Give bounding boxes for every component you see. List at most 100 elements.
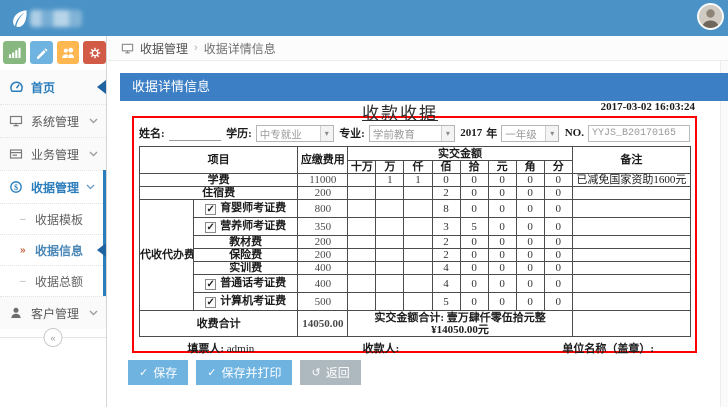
active-notch (97, 243, 106, 257)
digit-cell: 0 (460, 174, 488, 187)
digit-cell: 0 (544, 200, 572, 218)
digit-cell (404, 218, 432, 236)
bar-chart-icon[interactable] (3, 41, 26, 64)
receipt-timestamp: 2017-03-02 16:03:24 (601, 101, 695, 113)
year-suffix: 年 (486, 125, 497, 141)
fee-item-checkbox[interactable]: ✓ (205, 204, 216, 215)
save-button-label: 保存 (153, 364, 177, 381)
sidebar-item-label: 收据总额 (35, 273, 83, 290)
avatar[interactable] (697, 3, 724, 30)
fee-row: 学费110001100000已减免国家资助1600元 (140, 174, 691, 187)
receipt-footer: 填票人: admin 收款人: 单位名称（盖章）: (139, 340, 690, 356)
digit-cell: 2 (432, 187, 460, 200)
grade-value: 一年级 (502, 126, 545, 141)
receipt-no-input[interactable]: YYJS_B20170165 (588, 125, 690, 142)
digit-cell (376, 200, 404, 218)
education-label: 学历: (226, 125, 252, 141)
digit-cell (404, 262, 432, 275)
pencil-icon[interactable] (30, 41, 53, 64)
digit-cell: 0 (488, 249, 516, 262)
fee-amount: 500 (298, 293, 348, 311)
col-header-item: 项目 (140, 147, 298, 174)
save-and-print-button[interactable]: ✓ 保存并打印 (196, 360, 292, 385)
education-select[interactable]: 中专就业 ▾ (256, 125, 334, 142)
digit-cell: 0 (488, 262, 516, 275)
fee-item-name: 实训费 (194, 262, 298, 275)
fee-remark (572, 293, 690, 311)
fee-table: 项目 应缴费用 实交金额 备注 十万 万 仟 佰 拾 元 角 分 学费11000… (139, 146, 691, 337)
sidebar-group-receipt: $ 收据管理 – 收据模板 » 收据信息 – 收据总额 (0, 170, 106, 296)
digit-header: 分 (544, 161, 572, 174)
digit-cell: 4 (432, 275, 460, 293)
digit-cell: 0 (432, 174, 460, 187)
digit-cell: 0 (488, 275, 516, 293)
digit-cell (348, 236, 376, 249)
digit-cell (376, 236, 404, 249)
sidebar-collapse-row: « (0, 337, 106, 359)
fee-row: 住宿费20020000 (140, 187, 691, 200)
save-and-print-label: 保存并打印 (221, 364, 281, 381)
digit-cell (376, 218, 404, 236)
submenu-marker: » (20, 245, 30, 256)
fee-amount: 800 (298, 200, 348, 218)
digit-cell: 1 (376, 174, 404, 187)
breadcrumb-receipt-mgmt[interactable]: 收据管理 (140, 40, 188, 57)
sidebar-item-system[interactable]: 系统管理 (0, 104, 106, 137)
sidebar-item-home[interactable]: 首页 (0, 70, 106, 104)
users-icon[interactable] (57, 41, 80, 64)
digit-cell: 0 (516, 293, 544, 311)
name-label: 姓名: (139, 125, 165, 141)
digit-cell: 0 (516, 249, 544, 262)
sidebar-item-label: 客户管理 (31, 305, 79, 322)
gears-icon[interactable] (83, 41, 106, 64)
total-caps: 实交金额合计: 壹万肆仟零伍拾元整 ¥14050.00元 (348, 311, 572, 337)
sidebar-item-receipt-mgmt[interactable]: $ 收据管理 (0, 170, 103, 203)
digit-cell: 0 (488, 236, 516, 249)
fee-item-checkbox[interactable]: ✓ (205, 279, 216, 290)
fee-remark (572, 262, 690, 275)
filler-label: 填票人: (187, 343, 224, 355)
fee-remark (572, 249, 690, 262)
digit-cell: 2 (432, 236, 460, 249)
fee-item-checkbox[interactable]: ✓ (205, 222, 216, 233)
digit-cell: 1 (404, 174, 432, 187)
back-button[interactable]: ↺ 返回 (300, 360, 360, 385)
app-brand-blurred (30, 10, 82, 27)
gauge-icon (8, 80, 24, 94)
education-value: 中专就业 (257, 126, 320, 141)
digit-cell: 0 (544, 174, 572, 187)
digit-cell: 0 (516, 262, 544, 275)
digit-cell: 0 (544, 236, 572, 249)
sidebar-item-customer[interactable]: 客户管理 (0, 296, 106, 329)
receipt-form-row: 姓名: 学历: 中专就业 ▾ 专业: 学前教育 ▾ 2017 年 (139, 121, 690, 145)
fee-remark (572, 236, 690, 249)
grade-select[interactable]: 一年级 ▾ (501, 125, 559, 142)
digit-cell: 0 (516, 187, 544, 200)
sidebar-item-receipt-info[interactable]: » 收据信息 (0, 234, 103, 265)
breadcrumb: 收据管理 › 收据详情信息 (108, 36, 728, 61)
digit-cell (404, 249, 432, 262)
sidebar-item-business[interactable]: 业务管理 (0, 137, 106, 170)
action-bar: ✓ 保存 ✓ 保存并打印 ↺ 返回 (128, 360, 361, 385)
col-header-actual: 实交金额 (348, 147, 572, 161)
digit-cell (348, 275, 376, 293)
sidebar-item-receipt-template[interactable]: – 收据模板 (0, 203, 103, 234)
save-button[interactable]: ✓ 保存 (128, 360, 188, 385)
sidebar-collapse-button[interactable]: « (44, 328, 63, 347)
digit-cell: 0 (460, 236, 488, 249)
submenu-marker: – (20, 214, 30, 225)
unit-label: 单位名称（盖章）: (526, 340, 690, 356)
digit-header: 拾 (460, 161, 488, 174)
fee-item-checkbox[interactable]: ✓ (205, 297, 216, 308)
digit-header: 仟 (404, 161, 432, 174)
name-input[interactable] (169, 126, 221, 141)
digit-cell (404, 293, 432, 311)
digit-cell: 0 (544, 293, 572, 311)
fee-amount: 400 (298, 275, 348, 293)
major-select[interactable]: 学前教育 ▾ (369, 125, 455, 142)
col-header-remark: 备注 (572, 147, 690, 174)
digit-cell: 0 (460, 293, 488, 311)
breadcrumb-current: 收据详情信息 (204, 40, 276, 57)
digit-header: 元 (488, 161, 516, 174)
sidebar-item-receipt-total[interactable]: – 收据总额 (0, 265, 103, 296)
